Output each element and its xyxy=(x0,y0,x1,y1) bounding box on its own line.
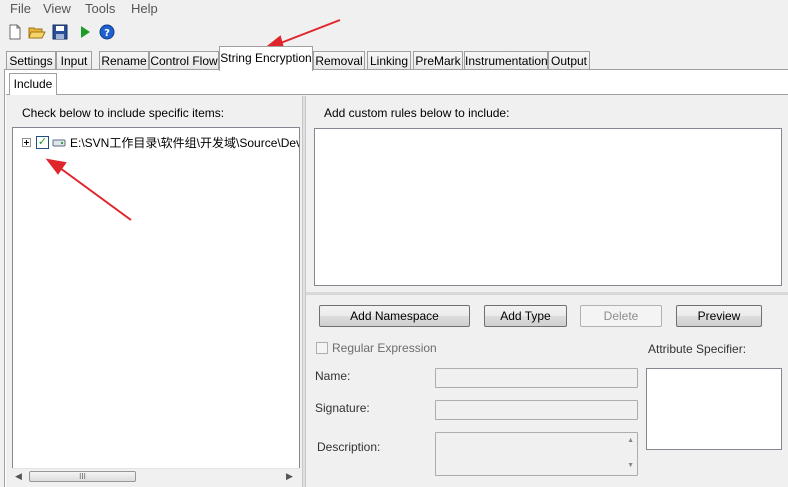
menu-view[interactable]: View xyxy=(43,1,71,16)
drive-icon xyxy=(52,139,66,147)
scroll-right-icon[interactable]: ▶ xyxy=(286,471,293,482)
signature-field[interactable] xyxy=(435,400,638,420)
svg-text:?: ? xyxy=(104,28,110,39)
toolbar: ? xyxy=(0,18,788,46)
tab-premark[interactable]: PreMark xyxy=(413,51,463,70)
signature-label: Signature: xyxy=(315,401,370,415)
tab-settings[interactable]: Settings xyxy=(6,51,56,70)
open-folder-icon[interactable] xyxy=(28,23,46,41)
help-icon[interactable]: ? xyxy=(98,23,116,41)
tree-checkbox[interactable]: ✓ xyxy=(36,136,49,149)
tab-instrumentation[interactable]: Instrumentation xyxy=(464,51,548,70)
custom-rules-box[interactable] xyxy=(314,128,782,286)
scroll-left-icon[interactable]: ◀ xyxy=(15,471,22,482)
tab-control-flow[interactable]: Control Flow xyxy=(149,51,219,70)
description-label: Description: xyxy=(317,440,381,454)
run-icon[interactable] xyxy=(76,23,94,41)
tree-horizontal-scrollbar[interactable]: ◀ III ▶ xyxy=(12,468,300,485)
right-panel-label: Add custom rules below to include: xyxy=(324,106,510,120)
regex-label: Regular Expression xyxy=(332,341,437,355)
add-type-button[interactable]: Add Type xyxy=(484,305,567,327)
new-file-icon[interactable] xyxy=(6,23,24,41)
expand-icon[interactable] xyxy=(22,138,31,147)
preview-button[interactable]: Preview xyxy=(676,305,762,327)
scroll-down-icon[interactable]: ▼ xyxy=(627,462,634,469)
tab-string-encryption[interactable]: String Encryption xyxy=(219,46,313,71)
menu-tools[interactable]: Tools xyxy=(85,1,115,16)
scroll-thumb[interactable]: III xyxy=(29,471,136,482)
delete-button[interactable]: Delete xyxy=(580,305,662,327)
tab-linking[interactable]: Linking xyxy=(367,51,411,70)
menu-help[interactable]: Help xyxy=(131,1,158,16)
tab-output[interactable]: Output xyxy=(548,51,590,70)
regex-checkbox[interactable] xyxy=(316,342,328,354)
include-tree[interactable]: ✓ E:\SVN工作目录\软件组\开发域\Source\Dev xyxy=(12,127,300,485)
tree-item-label[interactable]: E:\SVN工作目录\软件组\开发域\Source\Dev xyxy=(70,134,299,151)
scroll-up-icon[interactable]: ▲ xyxy=(627,437,634,444)
name-label: Name: xyxy=(315,369,351,383)
description-field[interactable]: ▲ ▼ xyxy=(435,432,638,476)
save-icon[interactable] xyxy=(51,23,69,41)
left-panel-label: Check below to include specific items: xyxy=(22,106,225,120)
horizontal-splitter[interactable] xyxy=(306,292,788,295)
tab-input[interactable]: Input xyxy=(56,51,92,70)
attribute-specifier-box[interactable] xyxy=(646,368,782,450)
tab-include[interactable]: Include xyxy=(9,73,57,95)
attribute-specifier-label: Attribute Specifier: xyxy=(648,342,747,356)
add-namespace-button[interactable]: Add Namespace xyxy=(319,305,470,327)
tab-removal[interactable]: Removal xyxy=(313,51,365,70)
tab-rename[interactable]: Rename xyxy=(99,51,149,70)
menu-bar: File View Tools Help xyxy=(0,0,788,18)
tab-strip: Settings Input Rename Control Flow Strin… xyxy=(0,46,788,71)
menu-file[interactable]: File xyxy=(10,1,31,16)
name-field[interactable] xyxy=(435,368,638,388)
